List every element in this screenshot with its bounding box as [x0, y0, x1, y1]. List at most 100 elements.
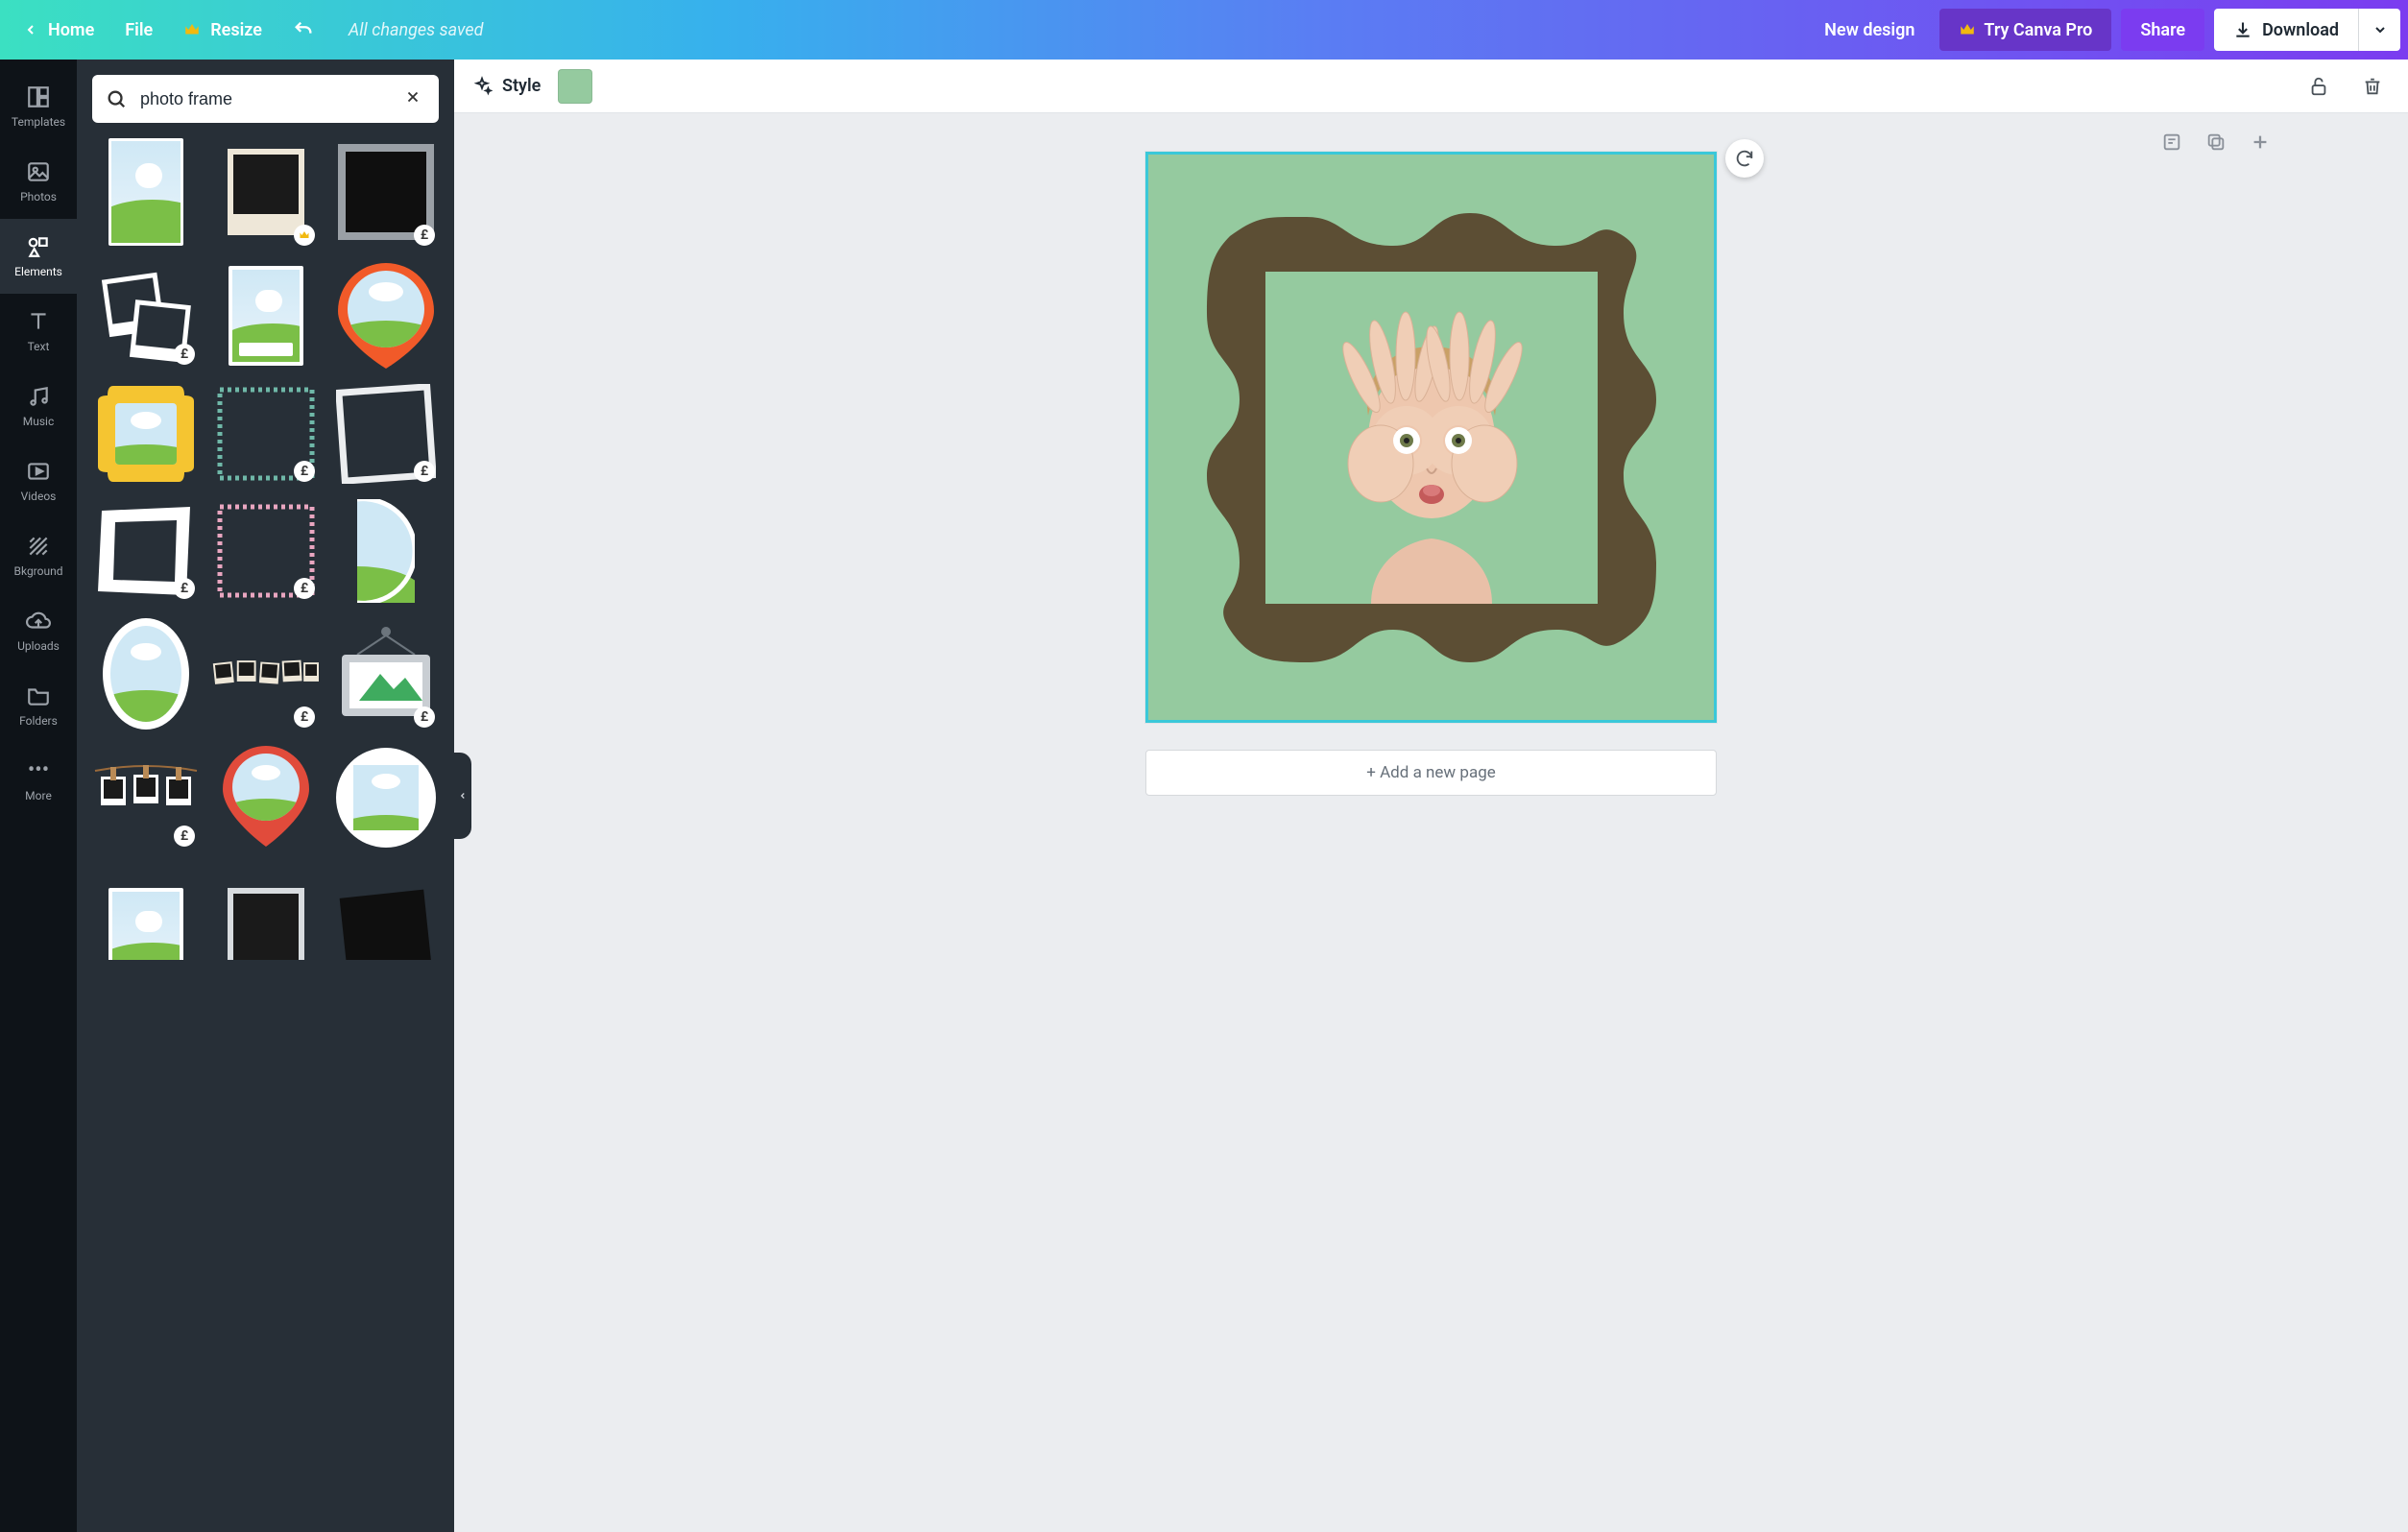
rail-templates[interactable]: Templates	[0, 69, 77, 144]
frame-portrait-thin-white[interactable]	[212, 263, 319, 369]
frame-stamp-pink[interactable]: £	[212, 499, 319, 603]
canvas-viewport[interactable]: + Add a new page	[454, 113, 2408, 1532]
frame-ornate-yellow[interactable]	[92, 382, 199, 486]
rail-text[interactable]: Text	[0, 294, 77, 369]
background-color-swatch[interactable]	[558, 69, 592, 104]
refresh-icon	[1734, 148, 1755, 169]
frame-square-thick-grey[interactable]: £	[332, 134, 439, 250]
rail-uploads-label: Uploads	[17, 639, 60, 653]
rail-photos-label: Photos	[20, 190, 57, 203]
unlock-icon	[2308, 76, 2329, 97]
share-button[interactable]: Share	[2121, 9, 2204, 51]
photo-content[interactable]	[1265, 272, 1598, 604]
half-circle-icon	[357, 499, 415, 603]
rail-elements-label: Elements	[14, 265, 62, 278]
regenerate-button[interactable]	[1725, 139, 1764, 178]
frame-polaroid-string[interactable]: £	[212, 616, 319, 731]
context-toolbar: Style	[454, 60, 2408, 113]
folders-icon	[26, 683, 51, 708]
file-label: File	[125, 20, 153, 40]
note-icon	[2161, 132, 2182, 153]
lock-button[interactable]	[2300, 68, 2337, 105]
undo-icon	[293, 19, 314, 40]
rail-folders[interactable]: Folders	[0, 668, 77, 743]
crown-icon	[299, 229, 310, 241]
rail-music-label: Music	[23, 415, 54, 428]
frame-portrait-landscape[interactable]	[92, 134, 199, 250]
app-body: Templates Photos Elements Text Music Vid…	[0, 60, 2408, 1532]
add-page-button[interactable]	[2247, 129, 2274, 156]
frame-tilted-dark[interactable]	[332, 864, 439, 960]
rail-videos[interactable]: Videos	[0, 443, 77, 518]
ornate-frame-icon	[94, 382, 198, 486]
copy-icon	[2205, 132, 2227, 153]
elements-icon	[26, 234, 51, 259]
clear-search-button[interactable]	[400, 84, 425, 114]
elements-panel: £ £	[77, 60, 454, 1532]
delete-button[interactable]	[2354, 68, 2391, 105]
download-menu-button[interactable]	[2358, 9, 2400, 51]
frame-polaroid-cream[interactable]	[212, 134, 319, 250]
price-badge: £	[174, 826, 195, 847]
rail-more[interactable]: ••• More	[0, 743, 77, 818]
panel-collapse-handle[interactable]	[454, 753, 471, 839]
frame-square-dark[interactable]	[212, 864, 319, 960]
photos-icon	[26, 159, 51, 184]
frame-pin-circle-orange[interactable]	[332, 263, 439, 369]
frame-half-circle[interactable]	[332, 499, 439, 603]
trash-icon	[2362, 76, 2383, 97]
design-page[interactable]	[1145, 152, 1717, 723]
square-dark-icon	[228, 888, 304, 960]
download-button[interactable]: Download	[2214, 9, 2358, 51]
undo-button[interactable]	[277, 11, 329, 49]
frame-clothespin-string[interactable]: £	[92, 745, 199, 850]
duplicate-page-button[interactable]	[2203, 129, 2229, 156]
polaroid-string-icon	[212, 655, 319, 693]
oval-frame-icon	[103, 618, 189, 730]
file-menu[interactable]: File	[109, 11, 168, 49]
results-grid[interactable]: £ £	[77, 134, 454, 1532]
new-design-button[interactable]: New design	[1809, 11, 1930, 49]
frame-tilted-open-white[interactable]: £	[92, 499, 199, 603]
rail-text-label: Text	[28, 340, 50, 353]
style-button[interactable]: Style	[471, 76, 541, 97]
rail-folders-label: Folders	[19, 714, 58, 728]
plus-icon	[2250, 132, 2271, 153]
close-icon	[404, 88, 421, 106]
rail-elements[interactable]: Elements	[0, 219, 77, 294]
frame-oval-white[interactable]	[92, 616, 199, 731]
polaroid-icon	[228, 149, 304, 235]
pin-circle-red-icon	[223, 746, 309, 850]
style-label: Style	[502, 76, 541, 96]
pin-circle-icon	[338, 263, 434, 369]
videos-icon	[26, 459, 51, 484]
price-badge: £	[294, 578, 315, 599]
clothespin-icon	[93, 759, 199, 836]
rail-bkground[interactable]: Bkground	[0, 518, 77, 593]
add-new-page-button[interactable]: + Add a new page	[1145, 750, 1717, 796]
text-icon	[26, 309, 51, 334]
price-badge: £	[174, 344, 195, 365]
chevron-down-icon	[2372, 22, 2388, 37]
frame-pin-circle-red[interactable]	[212, 745, 319, 850]
try-pro-button[interactable]: Try Canva Pro	[1939, 9, 2111, 51]
frame-polaroid-stack[interactable]: £	[92, 263, 199, 369]
templates-icon	[26, 84, 51, 109]
rail-uploads[interactable]: Uploads	[0, 593, 77, 668]
frame-circle-white[interactable]	[332, 745, 439, 850]
page-notes-button[interactable]	[2158, 129, 2185, 156]
rail-photos[interactable]: Photos	[0, 144, 77, 219]
resize-button[interactable]: Resize	[168, 11, 277, 49]
rail-more-label: More	[25, 789, 52, 802]
chevron-left-icon	[23, 22, 38, 37]
frame-hanging-grey[interactable]: £	[332, 616, 439, 731]
search-input[interactable]	[138, 88, 389, 110]
frame-tilted-white[interactable]: £	[332, 382, 439, 486]
frame-stamp-teal[interactable]: £	[212, 382, 319, 486]
frame-square-thin-white[interactable]	[92, 864, 199, 960]
home-button[interactable]: Home	[8, 11, 109, 49]
price-badge: £	[174, 578, 195, 599]
add-page-label: + Add a new page	[1366, 763, 1496, 782]
person-photo-icon	[1265, 272, 1598, 604]
rail-music[interactable]: Music	[0, 369, 77, 443]
